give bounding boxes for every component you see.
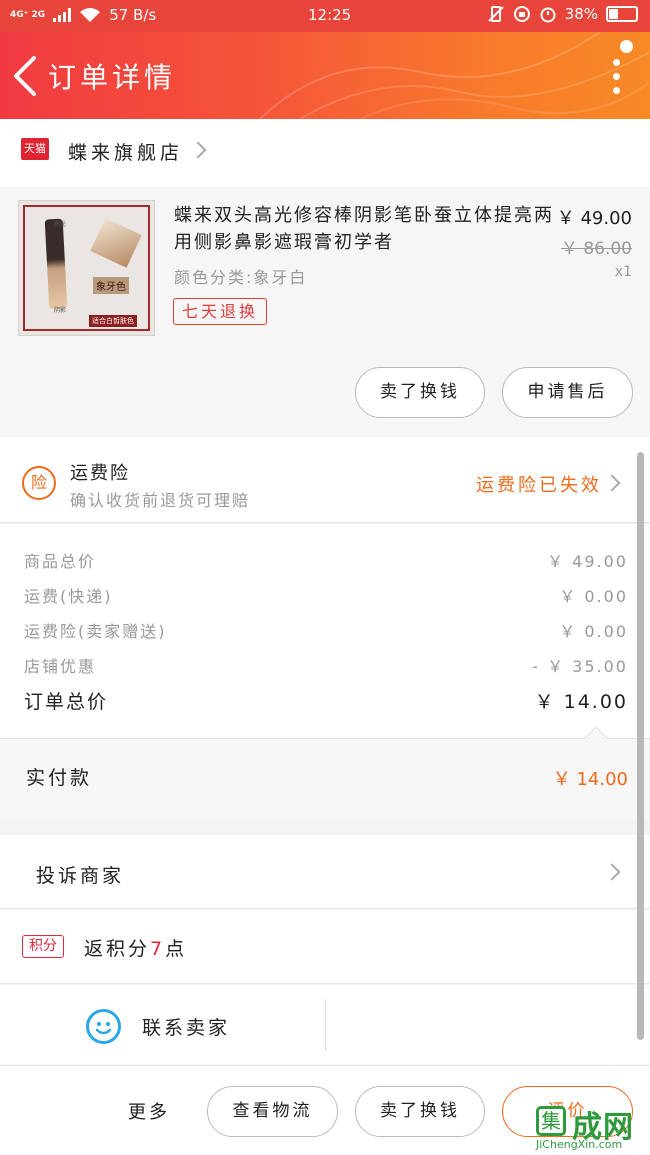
scrollbar[interactable] (637, 452, 644, 1040)
order-total-label: 订单总价 (24, 691, 109, 713)
network-type: 4G⁺ 2G (10, 9, 46, 20)
watermark: 集 成网 JiChengXin.com (536, 1100, 646, 1151)
chevron-right-icon (603, 474, 621, 492)
chevron-right-icon (603, 863, 621, 881)
summary-value: ￥ 0.00 (559, 622, 628, 641)
view-logistics-button[interactable]: 查看物流 (207, 1086, 338, 1137)
contact-seller-button[interactable]: 联系卖家 (142, 1013, 230, 1040)
thumb-label-skin: 适合白皙肤色 (89, 315, 137, 327)
summary-label: 运费险(卖家赠送) (24, 622, 167, 641)
summary-label: 运费(快递) (24, 587, 113, 606)
chevron-right-icon (189, 141, 207, 159)
contact-row[interactable]: 联系卖家 (0, 985, 650, 1065)
summary-row-total: 订单总价 ￥ 14.00 (24, 687, 628, 714)
summary-value: ￥ 49.00 (547, 552, 628, 571)
product-spec: 颜色分类:象牙白 (174, 268, 308, 287)
insurance-icon: 险 (22, 466, 56, 500)
more-menu-icon[interactable] (613, 59, 620, 94)
insurance-subtitle: 确认收货前退货可理赔 (70, 491, 251, 510)
clock: 12:25 (308, 6, 352, 24)
summary-row-shipping: 运费(快递) ￥ 0.00 (24, 583, 628, 607)
more-button[interactable]: 更多 (128, 1098, 170, 1124)
sell-button-bottom[interactable]: 卖了换钱 (355, 1086, 485, 1137)
rotation-lock-icon (513, 6, 530, 22)
battery-icon (606, 6, 638, 22)
divider (325, 999, 326, 1051)
price-summary: 商品总价 ￥ 49.00 运费(快递) ￥ 0.00 运费险(卖家赠送) ￥ 0.00… (0, 524, 650, 738)
points-prefix: 返积分 (84, 938, 151, 960)
summary-label: 店铺优惠 (24, 657, 97, 676)
product-title[interactable]: 蝶来双头高光修容棒阴影笔卧蚕立体提亮两用侧影鼻影遮瑕膏初学者 (174, 202, 554, 256)
network-speed: 57 B/s (109, 6, 157, 24)
points-row: 积分 返积分7点 (0, 910, 650, 984)
summary-row-discount: 店铺优惠 - ￥ 35.00 (24, 653, 628, 677)
back-icon[interactable] (10, 54, 40, 98)
summary-value: - ￥ 35.00 (532, 657, 628, 676)
app-header: 订单详情 (0, 32, 650, 119)
shipping-insurance-row[interactable]: 险 运费险 确认收货前退货可理赔 运费险已失效 (0, 437, 650, 523)
points-count: 7 (150, 938, 166, 960)
summary-label: 商品总价 (24, 552, 97, 571)
customer-service-icon (86, 1009, 121, 1044)
insurance-status: 运费险已失效 (476, 475, 602, 496)
status-bar: 4G⁺ 2G 57 B/s 12:25 38% (0, 0, 650, 32)
points-suffix: 点 (165, 938, 188, 960)
after-sale-button[interactable]: 申请售后 (502, 367, 633, 418)
wifi-icon (80, 8, 101, 22)
insurance-title: 运费险 (70, 463, 130, 484)
product-price: ￥ 49.00 (556, 208, 632, 229)
paid-value: ￥ 14.00 (552, 769, 628, 790)
notification-dot (620, 40, 633, 53)
vibrate-icon (487, 6, 504, 22)
product-card[interactable]: 高光 阴影 象牙色 适合白皙肤色 蝶来双头高光修容棒阴影笔卧蚕立体提亮两用侧影鼻… (0, 188, 650, 436)
paid-label: 实付款 (26, 767, 93, 789)
product-quantity: x1 (614, 264, 632, 280)
points-badge: 积分 (22, 935, 64, 958)
store-row[interactable]: 天猫 蝶来旗舰店 (0, 119, 650, 187)
complain-label[interactable]: 投诉商家 (36, 861, 124, 888)
summary-row-goods: 商品总价 ￥ 49.00 (24, 548, 628, 572)
product-original-price: ￥ 86.00 (560, 239, 632, 259)
battery-percent: 38% (564, 5, 598, 23)
product-thumbnail[interactable]: 高光 阴影 象牙色 适合白皙肤色 (18, 200, 155, 336)
page-title: 订单详情 (48, 61, 177, 94)
paid-amount-row: 实付款 ￥ 14.00 (0, 726, 650, 820)
points-text: 返积分7点 (84, 934, 187, 961)
sell-button[interactable]: 卖了换钱 (355, 367, 485, 418)
store-name[interactable]: 蝶来旗舰店 (68, 138, 183, 165)
summary-value: ￥ 0.00 (559, 587, 628, 606)
complain-row[interactable]: 投诉商家 (0, 835, 650, 909)
thumb-label-highlight: 高光 (54, 221, 67, 228)
order-total-value: ￥ 14.00 (534, 691, 628, 713)
thumb-label-color: 象牙色 (93, 277, 129, 294)
summary-row-insurance: 运费险(卖家赠送) ￥ 0.00 (24, 618, 628, 642)
watermark-logo: 集 (536, 1106, 566, 1136)
watermark-url: JiChengXin.com (536, 1138, 623, 1151)
thumb-label-shadow: 阴影 (54, 307, 67, 314)
tmall-logo-icon: 天猫 (21, 138, 49, 160)
alarm-icon (540, 7, 556, 23)
return-policy-tag: 七天退换 (173, 298, 268, 325)
signal-icon (53, 8, 72, 22)
